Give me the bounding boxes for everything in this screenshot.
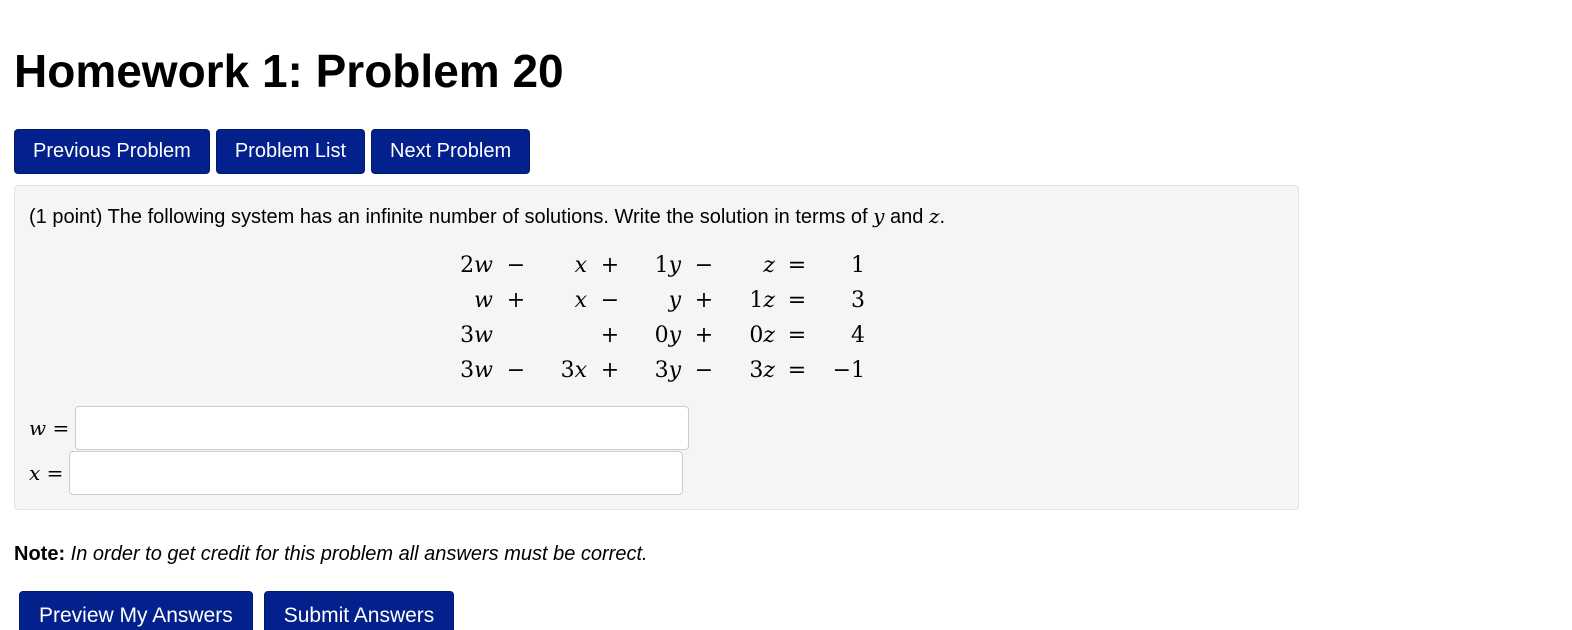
- previous-problem-button[interactable]: Previous Problem: [14, 129, 210, 174]
- equation-cell: w: [474, 288, 493, 313]
- prompt-conjunction: and: [890, 206, 924, 228]
- submit-answers-button[interactable]: Submit Answers: [263, 591, 455, 630]
- answer-input-w[interactable]: [75, 406, 690, 450]
- note-label: Note:: [14, 543, 66, 565]
- equation-cell: −: [694, 358, 714, 383]
- next-problem-button[interactable]: Next Problem: [371, 129, 531, 174]
- page-title: Homework 1: Problem 20: [14, 45, 564, 97]
- page: Homework 1: Problem 20 Previous Problem …: [0, 0, 1572, 630]
- equation-cell: 3y: [654, 358, 681, 383]
- equation-cell: 1: [851, 253, 865, 278]
- equation-cell: +: [600, 358, 620, 383]
- equation-cell: [493, 318, 539, 353]
- equation-cell: 1y: [654, 253, 681, 278]
- equation-cell: =: [787, 288, 807, 313]
- equation-cell: 3z: [749, 358, 775, 383]
- prompt-end: .: [939, 206, 946, 228]
- note-text: In order to get credit for this problem …: [70, 543, 648, 565]
- equation-cell: x: [574, 253, 587, 278]
- equation-cell: z: [763, 253, 775, 278]
- equation-cell: 1z: [749, 288, 775, 313]
- equation-cell: 0z: [749, 323, 775, 348]
- equation-cell: +: [600, 323, 620, 348]
- problem-list-button[interactable]: Problem List: [215, 129, 365, 174]
- equation-cell: 3w: [460, 358, 493, 383]
- equation-row: 3w −3x +3y −3z = −1: [445, 353, 865, 388]
- equation-cell: =: [787, 253, 807, 278]
- equation-row: w + x − y +1z = 3: [445, 283, 865, 318]
- problem-nav: Previous Problem Problem List Next Probl…: [14, 129, 531, 174]
- equation-cell: =: [787, 323, 807, 348]
- answer-label-w: w =: [29, 416, 70, 440]
- problem-prompt: (1 point) The following system has an in…: [29, 203, 945, 230]
- equation-cell: =: [787, 358, 807, 383]
- equation-cell: +: [694, 323, 714, 348]
- equation-cell: y: [668, 288, 681, 313]
- equation-cell: x: [574, 288, 587, 313]
- note: Note: In order to get credit for this pr…: [14, 543, 648, 566]
- equation-cell: [539, 318, 587, 353]
- equation-system: 2w − x +1y − z = 1 w + x − y +1z = 3 3w +0y +0z = 4 3w −3x +3y −…: [445, 248, 865, 388]
- equation-cell: 3x: [560, 358, 587, 383]
- equation-cell: +: [694, 288, 714, 313]
- equation-cell: −: [506, 253, 526, 278]
- equation-cell: −: [506, 358, 526, 383]
- equation-cell: −: [694, 253, 714, 278]
- equation-cell: −: [600, 288, 620, 313]
- equation-cell: 3w: [460, 323, 493, 348]
- equation-cell: −1: [832, 358, 865, 383]
- problem-box: (1 point) The following system has an in…: [14, 185, 1299, 510]
- variable-y: y: [873, 204, 885, 228]
- variable-z: z: [928, 204, 940, 228]
- equation-row: 2w − x +1y − z = 1: [445, 248, 865, 283]
- equation-cell: +: [600, 253, 620, 278]
- answer-label-x: x =: [29, 461, 64, 485]
- equation-row: 3w +0y +0z = 4: [445, 318, 865, 353]
- problem-points: (1 point): [29, 206, 103, 228]
- answer-row-x: x =: [29, 451, 684, 495]
- equation-cell: 4: [851, 323, 865, 348]
- preview-answers-button[interactable]: Preview My Answers: [19, 591, 253, 630]
- problem-prompt-text: The following system has an infinite num…: [107, 206, 868, 228]
- equation-cell: 0y: [654, 323, 681, 348]
- answer-row-w: w =: [29, 406, 690, 450]
- equation-cell: 3: [851, 288, 865, 313]
- equation-cell: 2w: [460, 253, 493, 278]
- answer-input-x[interactable]: [69, 451, 684, 495]
- equation-cell: +: [506, 288, 526, 313]
- submit-bar: Preview My Answers Submit Answers: [19, 591, 455, 630]
